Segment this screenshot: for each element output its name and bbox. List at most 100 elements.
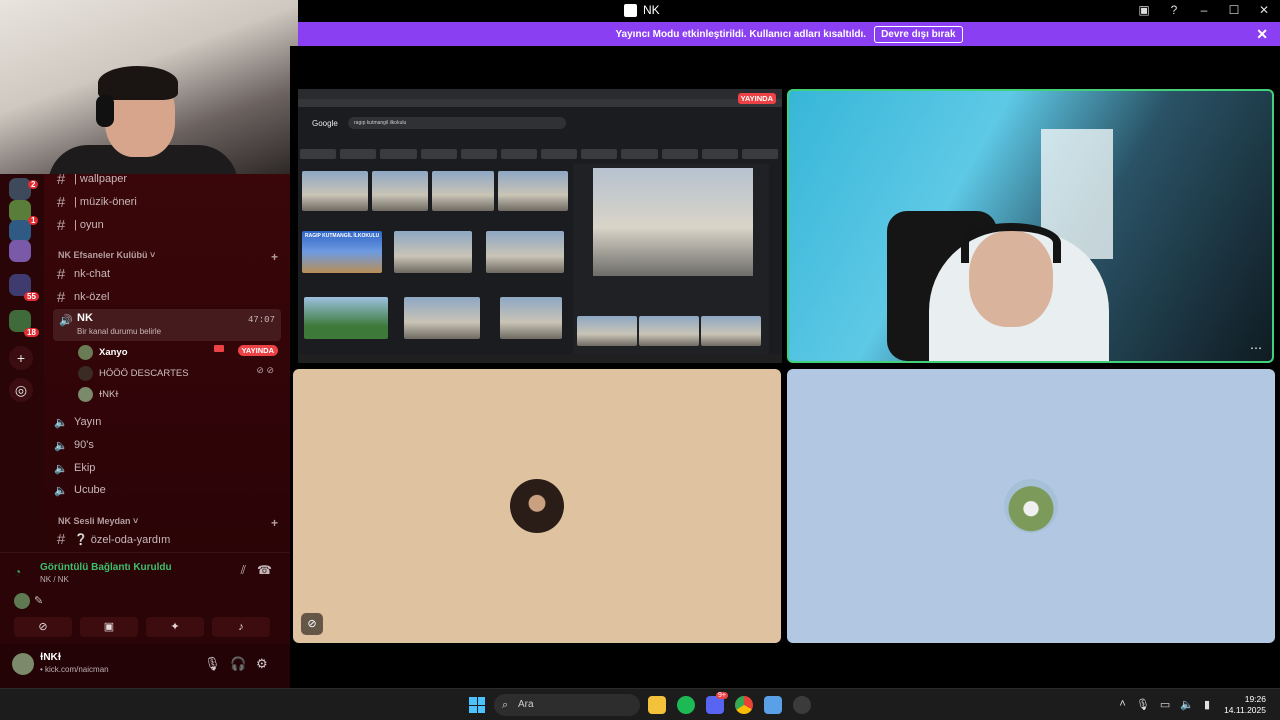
browser-search-box: ragıp kutmangil ilkokulu (348, 117, 566, 129)
user-avatar[interactable] (12, 653, 34, 675)
channel-ozel-oda-yardim[interactable]: # ❔ özel-oda-yardım (54, 529, 282, 549)
hash-icon: # (56, 193, 66, 211)
hash-icon: # (56, 288, 66, 306)
member-xanyo[interactable]: Xanyo YAYINDA (78, 343, 278, 361)
windows-taskbar: ⌕ Ara 9+ ˄ 🎙 ▭ 🔈 ▮ 19:26 14.11.2025 (0, 688, 1280, 720)
microphone-icon[interactable]: 🎙 (204, 656, 221, 672)
more-options-icon[interactable]: ⋯ (1250, 341, 1262, 355)
image-result (302, 171, 368, 211)
disable-streamer-mode-button[interactable]: Devre dışı bırak (874, 25, 963, 43)
channel-nk-ozel[interactable]: # nk-özel (54, 287, 282, 307)
window-titlebar: NK ▣ ? – ☐ ✕ (298, 0, 1280, 22)
voice-channel-ucube[interactable]: 🔈 Ucube (54, 480, 282, 500)
avatar (78, 386, 93, 402)
gear-icon[interactable]: ⚙ (256, 656, 268, 672)
window-title: NK (624, 3, 660, 17)
image-filter-chips (300, 149, 779, 159)
video-off-icon[interactable]: ⊘ (301, 613, 323, 635)
explore-icon[interactable]: ◎ (9, 378, 33, 402)
spotify-icon[interactable] (677, 696, 695, 714)
network-icon[interactable]: ▭ (1160, 698, 1170, 711)
channel-status-prompt[interactable]: Bir kanal durumu belirle (77, 327, 161, 336)
clock[interactable]: 19:26 14.11.2025 (1224, 694, 1266, 716)
hash-icon: # (56, 530, 66, 548)
avatar (14, 593, 30, 609)
volume-icon[interactable]: 🔈 (1180, 698, 1194, 711)
screen-share-button[interactable]: ▣ (80, 617, 138, 637)
member-nk[interactable]: ɫNKɫ (78, 385, 278, 403)
member-name: Xanyo (99, 346, 128, 358)
voice-channel-ekip[interactable]: 🔈 Ekip (54, 458, 282, 478)
channel-label: Yayın (74, 416, 102, 428)
banner-caption: RAGIP KUTMANGİL İLKOKULU (305, 233, 380, 239)
app-icon[interactable] (764, 696, 782, 714)
activity-icon[interactable]: ✎ (34, 594, 43, 607)
hash-icon: # (56, 216, 66, 234)
inbox-icon[interactable]: ▣ (1136, 3, 1152, 17)
speaker-icon: 🔈 (54, 416, 68, 429)
clock-time: 19:26 (1244, 694, 1266, 704)
voice-channel-name: NK (77, 312, 93, 324)
category-nk-sesli-meydan[interactable]: NK Sesli Meydan ˅ + (58, 516, 278, 530)
file-explorer-icon[interactable] (648, 696, 666, 714)
webcam-hair (98, 66, 178, 100)
camera-tile-xanyo[interactable]: ⋯ (787, 89, 1274, 363)
member-name: HÖÖÖ DESCARTES (99, 367, 189, 379)
server-badge-2: 1 (28, 216, 39, 225)
channel-label: ❔ özel-oda-yardım (74, 533, 171, 546)
voice-channel-path[interactable]: NK / NK (40, 575, 69, 584)
user-panel: ɫNKɫ • kick.com/naicman 🎙 🎧 ⚙ (0, 644, 290, 688)
add-channel-icon[interactable]: + (271, 250, 278, 264)
channel-label: | wallpaper (74, 173, 127, 185)
battery-icon[interactable]: ▮ (1204, 698, 1210, 711)
close-banner-icon[interactable]: ✕ (1256, 26, 1268, 43)
minimize-icon[interactable]: – (1196, 3, 1212, 17)
camera-toggle-button[interactable]: ⊘ (14, 617, 72, 637)
voice-channel-yayin[interactable]: 🔈 Yayın (54, 412, 282, 432)
channel-label: | müzik-öneri (74, 196, 137, 208)
category-nk-efsaneler[interactable]: NK Efsaneler Kulübü ˅ + (58, 250, 278, 264)
user-name: ɫNKɫ (40, 652, 62, 663)
disconnect-icon[interactable]: ☎ (257, 563, 272, 577)
taskbar-search[interactable]: ⌕ Ara (494, 694, 640, 716)
participant-tile-nk[interactable] (787, 369, 1275, 643)
live-badge: YAYINDA (737, 93, 776, 104)
maximize-icon[interactable]: ☐ (1226, 3, 1242, 17)
streamer-webcam-overlay (0, 0, 298, 174)
channel-wallpaper[interactable]: # | wallpaper (54, 169, 282, 189)
signal-icon[interactable]: ◔ (14, 565, 21, 579)
chrome-icon[interactable] (735, 696, 753, 714)
voice-channel-90s[interactable]: 🔈 90's (54, 435, 282, 455)
close-window-icon[interactable]: ✕ (1256, 3, 1272, 17)
chevron-up-icon[interactable]: ˄ (1119, 698, 1125, 711)
screen-share-tile[interactable]: YAYINDA Google ragıp kutmangil ilkokulu … (298, 89, 782, 363)
user-status: • kick.com/naicman (40, 665, 109, 674)
member-descartes[interactable]: HÖÖÖ DESCARTES ⊘ ⊘ (78, 364, 278, 382)
soundboard-button[interactable]: ♪ (212, 617, 270, 637)
server-icon-3[interactable] (9, 220, 31, 242)
steam-icon[interactable] (793, 696, 811, 714)
add-channel-icon[interactable]: + (271, 516, 278, 530)
channel-nk-chat[interactable]: # nk-chat (54, 264, 282, 284)
live-badge: YAYINDA (237, 345, 278, 356)
noise-suppression-icon[interactable]: ⫽ (241, 563, 246, 578)
camera-on-icon (214, 345, 224, 352)
related-image (577, 316, 637, 346)
channel-oyun[interactable]: # | oyun (54, 215, 282, 235)
image-result-banner: RAGIP KUTMANGİL İLKOKULU (302, 231, 382, 273)
participant-tile-descartes[interactable]: ⊘ (293, 369, 781, 643)
server-icon-4[interactable] (9, 240, 31, 262)
headphones-icon[interactable]: 🎧 (230, 656, 246, 672)
image-result (500, 297, 562, 339)
voice-channel-nk-active[interactable]: 🔊 NK Bir kanal durumu belirle 47:07 (53, 309, 281, 341)
microphone-icon[interactable]: 🎙 (1136, 698, 1150, 711)
voice-timer: 47:07 (247, 315, 275, 325)
windows-start-icon[interactable] (469, 697, 485, 713)
speaker-icon: 🔈 (54, 484, 68, 497)
help-icon[interactable]: ? (1166, 3, 1182, 17)
channel-muzik-oneri[interactable]: # | müzik-öneri (54, 192, 282, 212)
activities-button[interactable]: ✦ (146, 617, 204, 637)
category-label: NK Efsaneler Kulübü (58, 250, 148, 260)
add-server-icon[interactable]: + (9, 346, 33, 370)
cam-headset (961, 223, 1061, 263)
